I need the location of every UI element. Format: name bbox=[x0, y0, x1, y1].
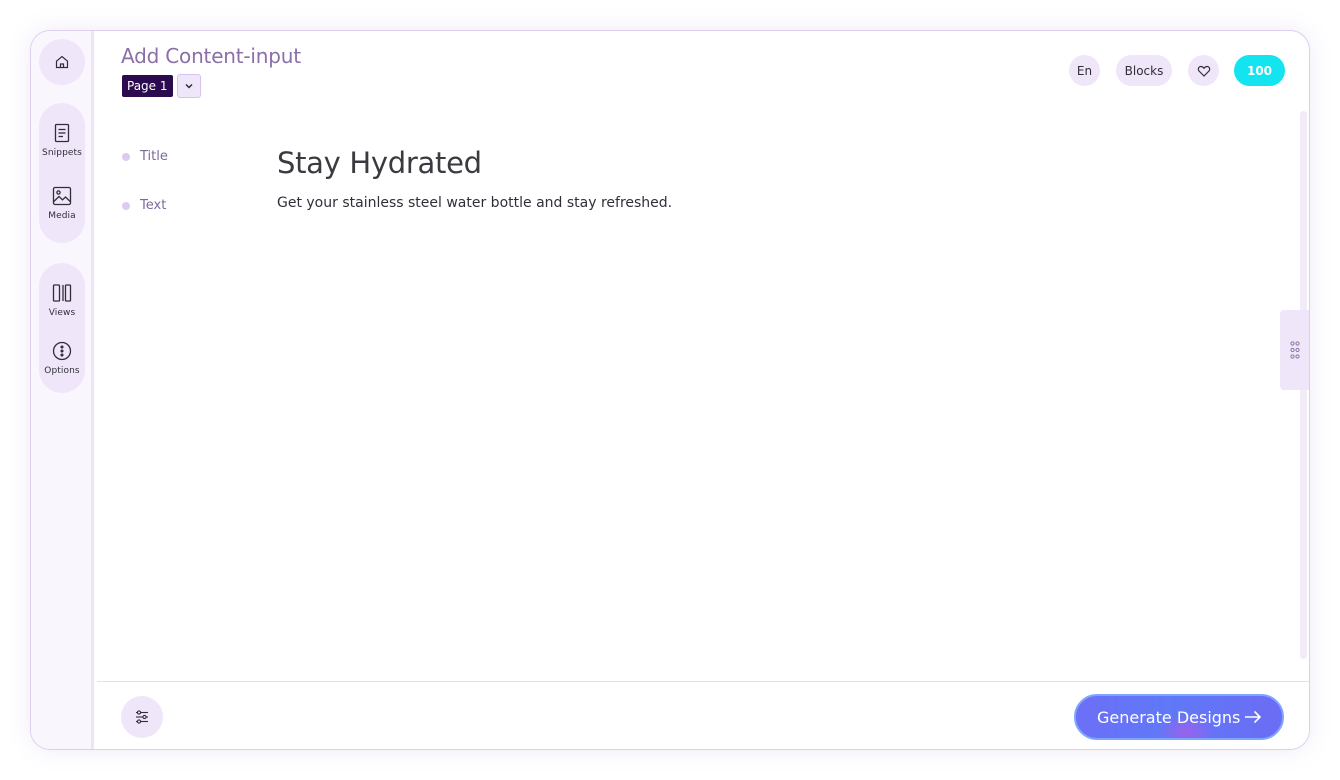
page-title: Add Content-input bbox=[121, 44, 301, 68]
drag-dots-icon bbox=[1290, 341, 1300, 359]
generate-designs-button[interactable]: Generate Designs bbox=[1074, 694, 1284, 740]
sidebar-group-content: Snippets Media bbox=[39, 103, 85, 243]
text-content[interactable]: Get your stainless steel water bottle an… bbox=[277, 195, 672, 211]
sliders-icon bbox=[136, 710, 148, 724]
field-dot bbox=[122, 201, 130, 210]
sidebar-item-options[interactable]: Options bbox=[39, 341, 85, 397]
sidebar-item-label: Options bbox=[44, 366, 80, 376]
image-icon bbox=[52, 186, 72, 206]
field-label-text: Title bbox=[140, 149, 168, 164]
sidebar-item-snippets[interactable]: Snippets bbox=[39, 123, 85, 179]
document-icon bbox=[54, 123, 70, 143]
page-select[interactable]: Page 1 bbox=[122, 75, 173, 97]
more-vertical-circle-icon bbox=[52, 341, 72, 361]
sidebar-item-media[interactable]: Media bbox=[39, 186, 85, 242]
heart-icon bbox=[1197, 65, 1210, 77]
title-content[interactable]: Stay Hydrated bbox=[277, 146, 482, 180]
chevron-down-icon bbox=[185, 83, 193, 89]
language-button[interactable]: En bbox=[1069, 55, 1100, 86]
field-label-title[interactable]: Title bbox=[122, 149, 168, 164]
page-dropdown-button[interactable] bbox=[177, 74, 201, 98]
app-window: Snippets Media Views Options Add Content… bbox=[30, 30, 1310, 750]
sidebar: Snippets Media Views Options bbox=[31, 31, 94, 749]
blocks-button[interactable]: Blocks bbox=[1116, 55, 1172, 86]
sidebar-group-display: Views Options bbox=[39, 263, 85, 393]
home-icon bbox=[55, 55, 69, 69]
sidebar-item-views[interactable]: Views bbox=[39, 283, 85, 339]
columns-icon bbox=[52, 284, 72, 302]
field-dot bbox=[122, 152, 130, 161]
settings-button[interactable] bbox=[121, 696, 163, 738]
home-button[interactable] bbox=[39, 39, 85, 85]
sidebar-item-label: Views bbox=[48, 308, 76, 318]
favorite-button[interactable] bbox=[1188, 55, 1219, 86]
generate-designs-label: Generate Designs bbox=[1097, 707, 1241, 727]
credits-badge[interactable]: 100 bbox=[1234, 55, 1285, 86]
footer-bar: Generate Designs bbox=[97, 681, 1309, 749]
sidebar-item-label: Snippets bbox=[42, 148, 82, 158]
sidebar-item-label: Media bbox=[48, 211, 76, 221]
arrow-right-icon bbox=[1245, 710, 1262, 724]
panel-drag-handle[interactable] bbox=[1280, 310, 1309, 390]
field-label-text: Text bbox=[140, 198, 167, 213]
field-label-text-field[interactable]: Text bbox=[122, 198, 166, 213]
